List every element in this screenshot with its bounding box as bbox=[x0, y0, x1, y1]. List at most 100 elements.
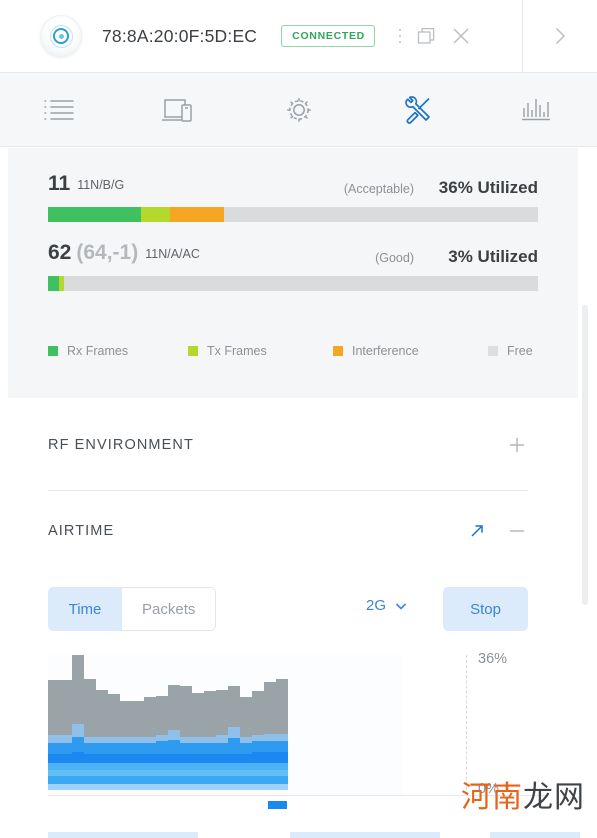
chart-bar-segment-band-7 bbox=[168, 783, 180, 790]
chart-bar-segment-band-3 bbox=[264, 752, 276, 764]
chart-bar-segment-band-6 bbox=[132, 775, 144, 784]
section-toolbar bbox=[0, 73, 597, 147]
chart-bar-segment-band-3 bbox=[132, 753, 144, 764]
chart-bar-segment-free bbox=[84, 678, 96, 737]
legend-label: Tx Frames bbox=[207, 344, 267, 358]
chart-bar-column bbox=[252, 655, 264, 790]
tab-devices[interactable] bbox=[119, 73, 238, 146]
list-icon bbox=[43, 99, 74, 120]
chart-bar-segment-band-2 bbox=[228, 738, 240, 754]
bar-segment-interference bbox=[170, 207, 225, 222]
tab-overview[interactable] bbox=[0, 73, 119, 146]
legend-item-rx: Rx Frames bbox=[48, 344, 188, 358]
chart-bar-segment-band-1 bbox=[72, 724, 84, 737]
chart-bar-segment-free bbox=[228, 686, 240, 728]
bar-segment-rx bbox=[48, 207, 142, 222]
airtime-title: AIRTIME bbox=[48, 523, 115, 539]
tab-statistics[interactable] bbox=[478, 73, 597, 146]
rf-environment-tools bbox=[506, 434, 528, 456]
minus-icon[interactable] bbox=[506, 520, 528, 542]
chart-bar-segment-band-2 bbox=[216, 742, 228, 754]
tab-time[interactable]: Time bbox=[48, 587, 122, 631]
chart-bar-segment-free bbox=[48, 680, 60, 736]
access-point-icon bbox=[40, 15, 82, 57]
close-icon[interactable] bbox=[443, 21, 479, 51]
chart-bar-segment-band-6 bbox=[252, 775, 264, 784]
chart-bar-segment-free bbox=[72, 655, 84, 725]
band-selector[interactable]: 2G bbox=[366, 597, 408, 614]
chart-bar-segment-band-3 bbox=[144, 753, 156, 764]
utilization-legend: Rx Frames Tx Frames Interference Free bbox=[48, 344, 548, 358]
airtime-controls: Time Packets 2G Stop bbox=[48, 587, 528, 631]
chart-bar-segment-band-6 bbox=[264, 775, 276, 784]
airtime-header[interactable]: AIRTIME bbox=[48, 516, 528, 546]
chart-bar-column bbox=[156, 655, 168, 790]
chart-bar-segment-band-3 bbox=[108, 753, 120, 764]
bar-chart-icon bbox=[522, 98, 551, 120]
device-mac-address: 78:8A:20:0F:5D:EC bbox=[102, 25, 258, 46]
peek-block bbox=[290, 832, 440, 838]
channel-secondary: (64,-1) bbox=[76, 241, 139, 264]
section-divider bbox=[48, 490, 528, 491]
chart-bar-column bbox=[240, 655, 252, 790]
chart-bar-segment-band-7 bbox=[216, 783, 228, 790]
chart-bar-segment-band-3 bbox=[156, 753, 168, 764]
chart-bar-segment-band-6 bbox=[72, 775, 84, 784]
chart-bar-segment-band-7 bbox=[156, 783, 168, 790]
tab-config[interactable] bbox=[239, 73, 358, 146]
chart-bar-segment-band-1 bbox=[264, 733, 276, 742]
legend-item-free: Free bbox=[488, 344, 533, 358]
chart-bar-segment-band-2 bbox=[144, 742, 156, 754]
chevron-right-icon bbox=[555, 27, 566, 45]
tab-tools[interactable] bbox=[358, 73, 477, 146]
chart-bar-segment-band-2 bbox=[264, 741, 276, 753]
chart-bar-segment-band-7 bbox=[84, 783, 96, 790]
chart-bar-segment-band-1 bbox=[276, 733, 288, 742]
chart-bar-segment-band-1 bbox=[216, 735, 228, 743]
legend-swatch-interference bbox=[333, 346, 343, 356]
chart-legend-swatch bbox=[268, 801, 287, 809]
next-device-button[interactable] bbox=[523, 0, 597, 72]
stop-button[interactable]: Stop bbox=[443, 587, 528, 631]
chart-bar-segment-band-2 bbox=[156, 741, 168, 754]
legend-swatch-free bbox=[488, 346, 498, 356]
chart-bar-segment-band-6 bbox=[228, 775, 240, 784]
chart-bar-segment-band-3 bbox=[204, 753, 216, 764]
kebab-dot bbox=[398, 34, 402, 38]
panel-scrollbar-track[interactable] bbox=[582, 150, 593, 838]
restore-window-icon[interactable] bbox=[409, 21, 443, 51]
chart-bar-segment-band-7 bbox=[72, 783, 84, 790]
chart-bar-segment-band-7 bbox=[240, 783, 252, 790]
chart-bar-segment-free bbox=[108, 694, 120, 737]
legend-swatch-tx bbox=[188, 346, 198, 356]
chart-bar-segment-band-3 bbox=[96, 753, 108, 764]
chart-bar-column bbox=[144, 655, 156, 790]
chart-baseline bbox=[48, 795, 548, 796]
gear-icon bbox=[286, 97, 311, 122]
next-row-peek bbox=[0, 832, 597, 838]
chart-bar-segment-band-3 bbox=[276, 752, 288, 764]
chart-bar-column bbox=[192, 655, 204, 790]
utilization-row: 62 (64,-1) 11N/A/AC (Good) 3% Utilized bbox=[48, 241, 538, 291]
access-point-ring bbox=[49, 24, 73, 48]
chart-bar-segment-band-2 bbox=[240, 742, 252, 754]
legend-label: Free bbox=[507, 344, 533, 358]
channel-number: 62 bbox=[48, 241, 72, 264]
chart-bar-segment-band-2 bbox=[108, 742, 120, 754]
chart-bar-segment-band-6 bbox=[84, 775, 96, 784]
rf-environment-header[interactable]: RF ENVIRONMENT bbox=[48, 430, 528, 460]
chart-bar-column bbox=[72, 655, 84, 790]
chart-axis-dashed-line bbox=[466, 655, 467, 795]
chart-bar-segment-band-2 bbox=[72, 736, 84, 753]
chart-bar-segment-band-6 bbox=[204, 775, 216, 784]
panel-scrollbar-thumb[interactable] bbox=[582, 305, 588, 605]
plus-icon[interactable] bbox=[506, 434, 528, 456]
channel-quality: (Acceptable) bbox=[343, 182, 414, 196]
chart-bar-segment-band-6 bbox=[120, 775, 132, 784]
chart-bar-segment-band-7 bbox=[120, 783, 132, 790]
arrow-up-right-icon[interactable] bbox=[466, 520, 488, 542]
tab-packets[interactable]: Packets bbox=[122, 587, 217, 631]
kebab-menu-icon[interactable] bbox=[391, 23, 409, 49]
header-actions bbox=[391, 21, 479, 51]
chart-bar-segment-band-3 bbox=[84, 753, 96, 764]
